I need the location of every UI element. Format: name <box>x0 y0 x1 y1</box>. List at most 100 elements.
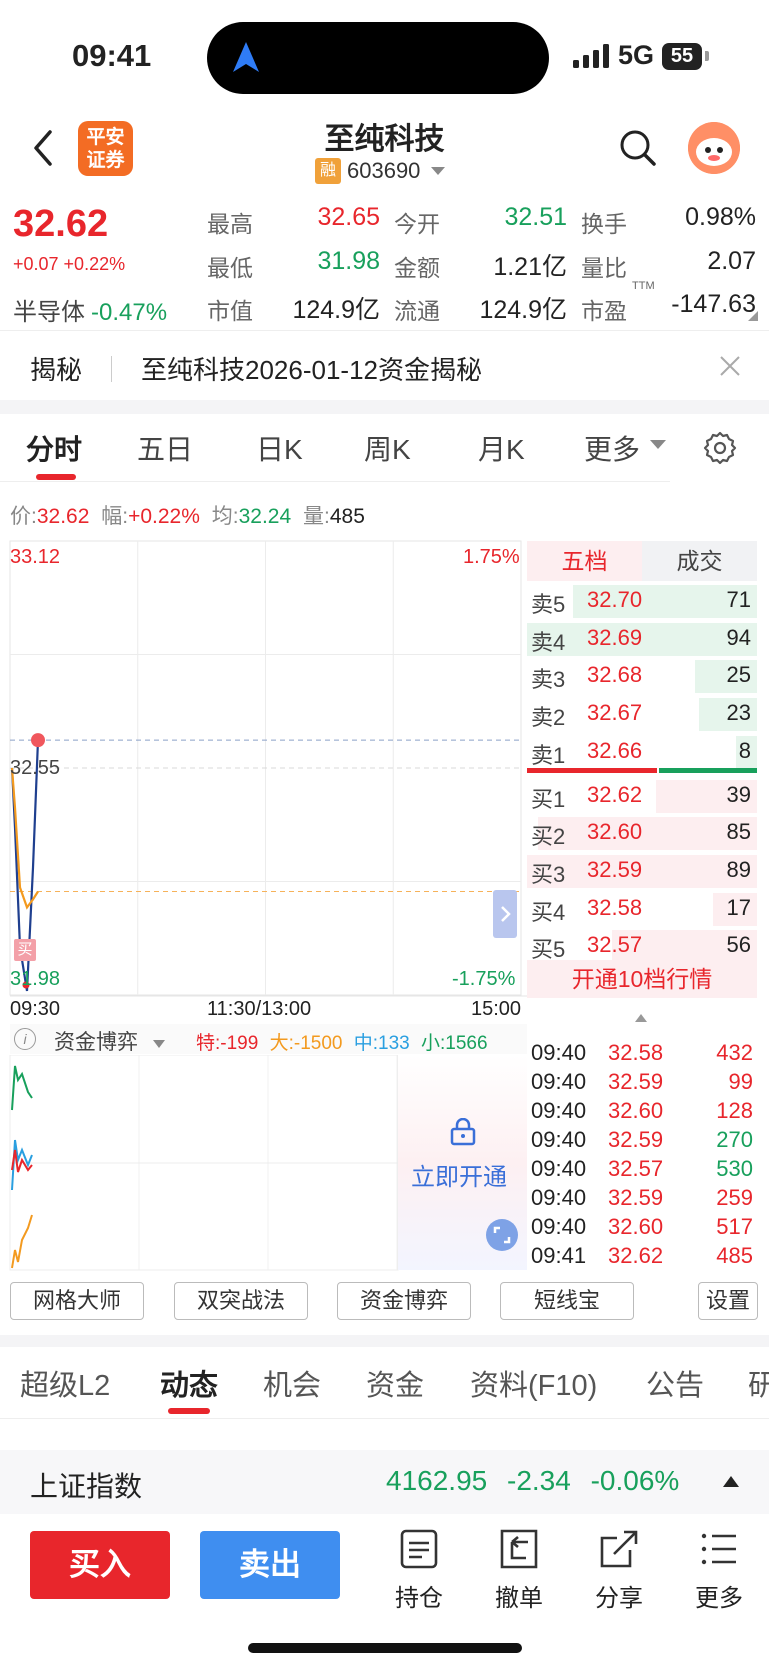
chart-tab[interactable]: 更多 <box>584 428 640 468</box>
tick-price: 32.58 <box>608 1040 664 1065</box>
tool-button[interactable]: 网格大师 <box>10 1282 144 1320</box>
chevron-down-icon <box>152 1040 165 1048</box>
expand-icon <box>493 1226 511 1244</box>
content-tab[interactable]: 资料(F10) <box>470 1362 597 1404</box>
tick-price: 32.59 <box>608 1185 664 1210</box>
open-ten-levels-button[interactable]: 开通10档行情 <box>527 960 757 998</box>
ask-row[interactable]: 卖1 32.66 8 <box>527 734 757 770</box>
tick-row: 09:40 32.59 99 <box>531 1069 757 1098</box>
tick-row: 09:41 32.62 485 <box>531 1243 757 1272</box>
medium-flow-line <box>11 1139 33 1191</box>
capital-game-selector[interactable]: 资金博弈 <box>54 1026 166 1056</box>
level-label: 卖5 <box>531 592 566 617</box>
level-price: 32.59 <box>587 856 643 882</box>
pe-suffix: TTM <box>632 280 655 292</box>
price-label: 价: <box>10 505 37 528</box>
fullscreen-button[interactable] <box>486 1219 518 1251</box>
tool-button[interactable]: 设置 <box>698 1282 758 1320</box>
stock-code: 603690 <box>347 158 421 183</box>
current-price: 32.62 <box>13 203 109 245</box>
tab-trades[interactable]: 成交 <box>642 541 757 581</box>
tool-button[interactable]: 双突战法 <box>174 1282 308 1320</box>
cancel-order-icon[interactable] <box>484 1528 554 1570</box>
last-price-dot <box>31 733 45 748</box>
tick-time: 09:40 <box>531 1214 587 1239</box>
signal-icon <box>573 44 609 68</box>
search-icon[interactable] <box>618 128 658 168</box>
lock-icon <box>450 1118 476 1146</box>
ask-row[interactable]: 卖2 32.67 23 <box>527 696 757 732</box>
more-label[interactable]: 更多 <box>684 1578 754 1613</box>
level-volume: 56 <box>726 932 751 958</box>
chart-tab[interactable]: 五日 <box>137 428 193 468</box>
buy-button[interactable]: 买入 <box>30 1531 170 1599</box>
tick-time: 09:40 <box>531 1185 587 1210</box>
tick-time: 09:40 <box>531 1069 587 1094</box>
chart-info-line: 价:32.62 幅:+0.22% 均:32.24 量:485 <box>10 500 365 530</box>
level-volume: 89 <box>726 856 751 882</box>
network-type: 5G <box>618 40 655 70</box>
tick-price: 32.60 <box>608 1098 664 1123</box>
large-flow: 大:-1500 <box>269 1033 343 1054</box>
ask-row[interactable]: 卖3 32.68 25 <box>527 658 757 694</box>
quote-value: 32.65 <box>317 203 380 231</box>
content-tab[interactable]: 动态 <box>160 1362 218 1404</box>
holdings-icon[interactable] <box>384 1528 454 1570</box>
holdings-label[interactable]: 持仓 <box>384 1578 454 1613</box>
stock-code-selector[interactable]: 融 603690 <box>315 158 447 186</box>
quote-value: 124.9亿 <box>292 296 380 324</box>
info-icon[interactable]: i <box>14 1028 36 1050</box>
volume-bar <box>538 817 757 851</box>
sector-info[interactable]: 半导体 -0.47% <box>13 292 167 327</box>
level-volume: 94 <box>726 624 751 650</box>
tick-row: 09:40 32.58 432 <box>531 1040 757 1069</box>
bid-row[interactable]: 买2 32.60 85 <box>527 815 757 851</box>
level-volume: 23 <box>726 700 751 726</box>
ask-bid-divider-green <box>659 768 757 773</box>
level-label: 买1 <box>531 786 566 812</box>
ask-row[interactable]: 卖4 32.69 94 <box>527 621 757 657</box>
content-tab[interactable]: 公告 <box>646 1362 704 1404</box>
navigation-arrow-icon <box>233 42 259 72</box>
share-icon[interactable] <box>584 1528 654 1570</box>
level-volume: 25 <box>726 662 751 688</box>
tab-five-levels[interactable]: 五档 <box>527 541 642 581</box>
bid-row[interactable]: 买1 32.62 39 <box>527 778 757 814</box>
tick-row: 09:40 32.60 128 <box>531 1098 757 1127</box>
quote-value: -147.63 <box>671 290 756 318</box>
bid-row[interactable]: 买3 32.59 89 <box>527 853 757 889</box>
sell-button[interactable]: 卖出 <box>200 1531 340 1599</box>
caret-up-icon[interactable] <box>633 1012 649 1024</box>
medium-flow: 中:133 <box>353 1033 410 1054</box>
level-price: 32.60 <box>587 819 643 845</box>
more-dropdown-icon[interactable] <box>650 440 666 449</box>
info-vol: 485 <box>329 505 365 528</box>
tool-button[interactable]: 短线宝 <box>500 1282 634 1320</box>
ask-row[interactable]: 卖5 32.70 71 <box>527 583 757 619</box>
content-tab[interactable]: 资金 <box>366 1362 424 1404</box>
content-tab[interactable]: 超级L2 <box>20 1362 110 1404</box>
share-label[interactable]: 分享 <box>584 1578 654 1613</box>
expand-orderbook-button[interactable] <box>493 890 517 938</box>
ask-bid-divider-red <box>527 768 657 773</box>
tick-row: 09:40 32.60 517 <box>531 1214 757 1243</box>
caret-up-icon[interactable] <box>722 1474 740 1488</box>
cancel-order-label[interactable]: 撤单 <box>484 1578 554 1613</box>
assistant-avatar[interactable] <box>688 122 740 174</box>
content-tab[interactable]: 机会 <box>263 1362 321 1404</box>
close-icon[interactable] <box>718 354 742 378</box>
bid-row[interactable]: 买5 32.57 56 <box>527 928 757 964</box>
bid-row[interactable]: 买4 32.58 17 <box>527 891 757 927</box>
chart-tab[interactable]: 月K <box>478 428 525 468</box>
content-tab[interactable]: 研 <box>748 1362 769 1404</box>
chart-tab[interactable]: 周K <box>364 428 411 468</box>
chart-tab[interactable]: 分时 <box>26 428 82 468</box>
special-flow: 特:-199 <box>196 1033 259 1054</box>
level-label: 买4 <box>531 899 566 925</box>
banner-text[interactable]: 至纯科技2026-01-12资金揭秘 <box>141 350 482 387</box>
unlock-button[interactable]: 立即开通 <box>411 1157 507 1192</box>
chart-tab[interactable]: 日K <box>256 428 303 468</box>
more-icon[interactable] <box>684 1528 754 1570</box>
tool-button[interactable]: 资金博弈 <box>337 1282 471 1320</box>
gear-icon[interactable] <box>702 430 738 466</box>
